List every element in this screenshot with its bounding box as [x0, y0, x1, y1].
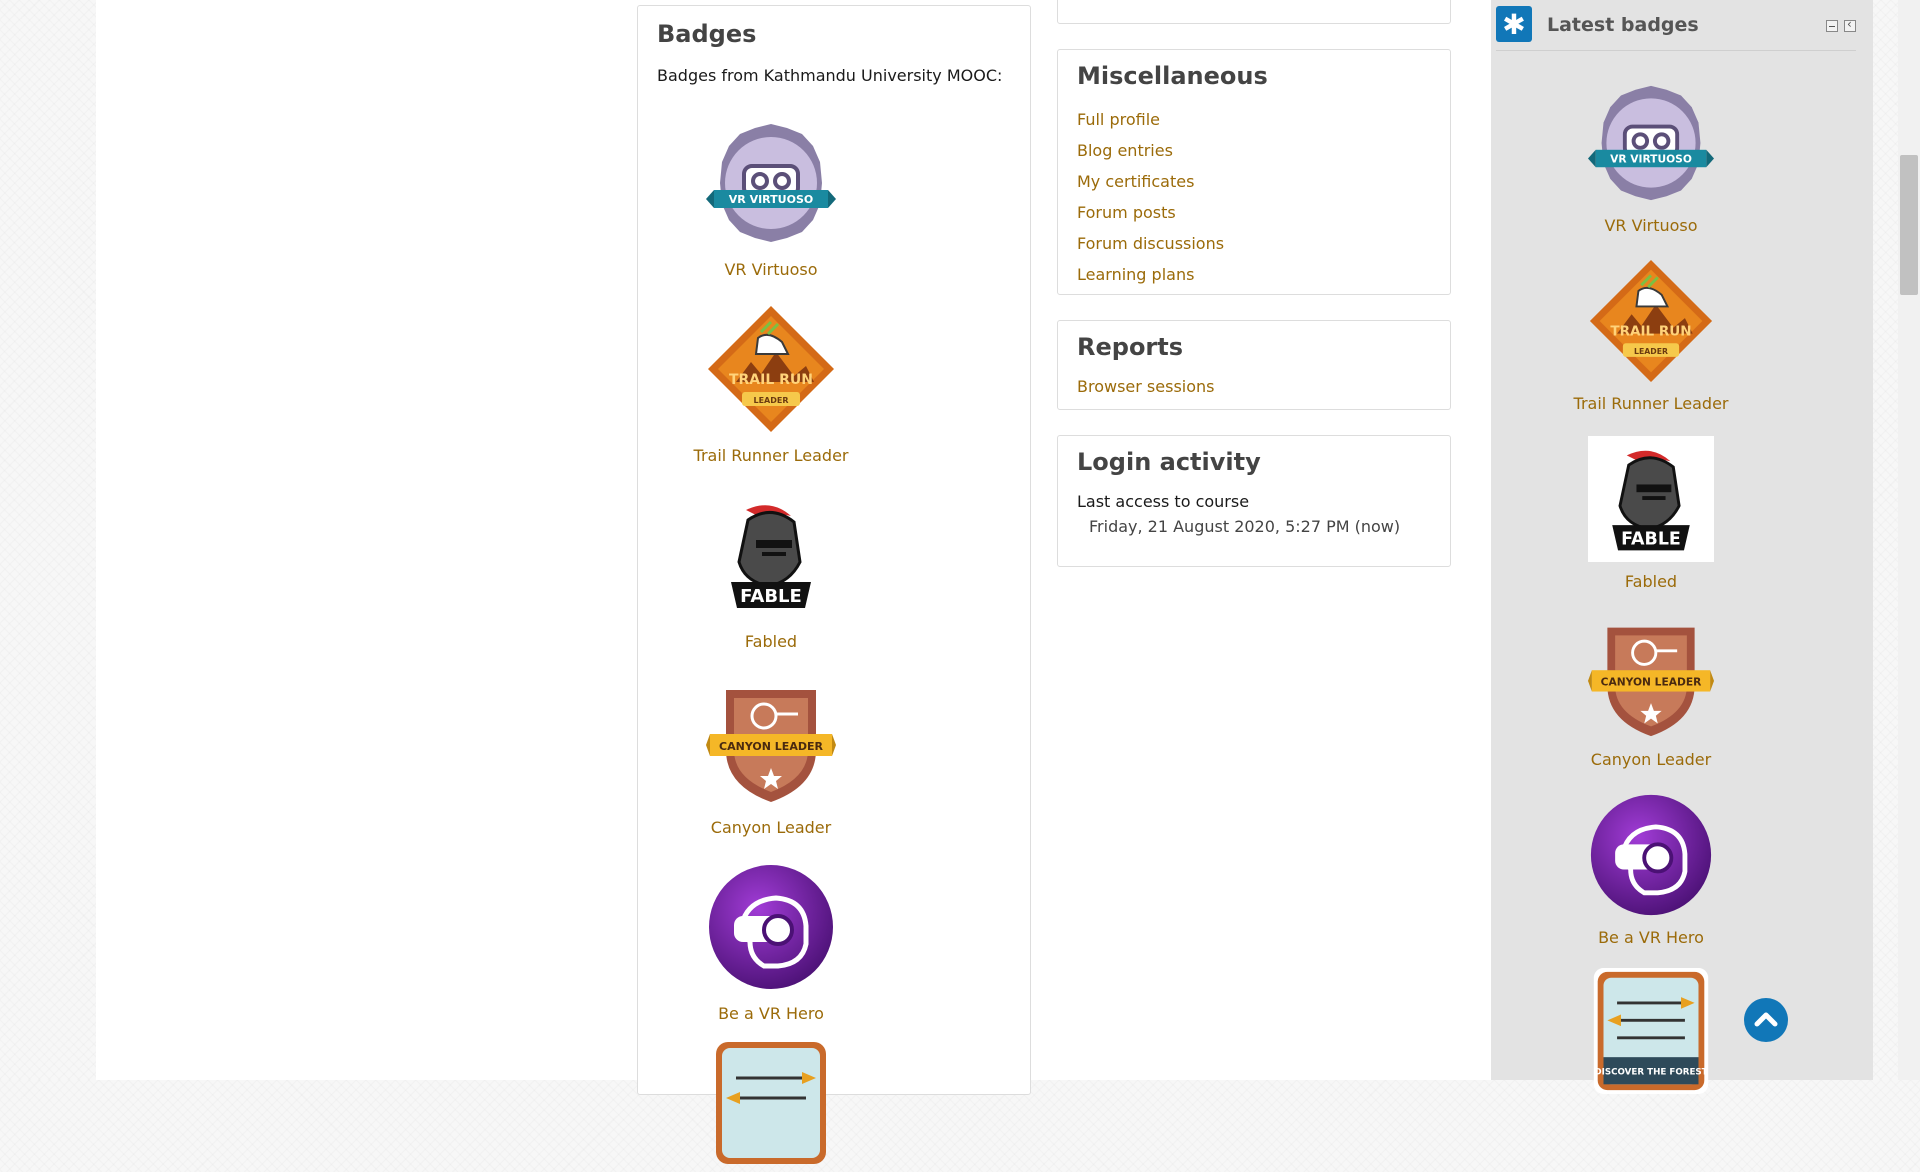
reports-title: Reports — [1077, 333, 1184, 361]
vr-hero-badge-icon — [1590, 794, 1712, 916]
dock-block-icon[interactable] — [1844, 17, 1856, 32]
badge-link-be-a-vr-hero[interactable]: Be a VR Hero — [638, 1004, 904, 1023]
trail-run-badge-text: TRAIL RUN — [1610, 324, 1691, 340]
last-access-value: Friday, 21 August 2020, 5:27 PM (now) — [1089, 517, 1401, 536]
latest-badge-link-fabled[interactable]: Fabled — [1491, 572, 1811, 591]
badge-item-trail-runner-leader[interactable]: TRAIL RUN LEADER Trail Runner Leader — [638, 304, 904, 465]
canyon-leader-badge-icon: CANYON LEADER — [706, 690, 836, 802]
badge-link-trail-runner-leader[interactable]: Trail Runner Leader — [638, 446, 904, 465]
latest-badge-fabled[interactable]: FABLE Fabled — [1491, 436, 1811, 591]
discover-forest-badge-icon: DISCOVER THE FOREST — [1593, 968, 1709, 1094]
vr-virtuoso-badge-icon: VR VIRTUOSO — [706, 124, 836, 242]
fable-badge-text: FABLE — [740, 586, 802, 607]
canyon-leader-badge-icon: CANYON LEADER — [1588, 627, 1714, 737]
trail-run-leader-badge-icon: TRAIL RUN LEADER — [1589, 259, 1713, 383]
vr-virtuoso-badge-icon: VR VIRTUOSO — [1588, 85, 1714, 201]
miscellaneous-title: Miscellaneous — [1077, 62, 1268, 90]
misc-item: Forum discussions — [1077, 228, 1431, 259]
discover-forest-badge-icon — [716, 1042, 826, 1164]
discover-forest-badge-text: DISCOVER THE FOREST — [1594, 1068, 1707, 1078]
canyon-leader-badge-text: CANYON LEADER — [719, 740, 823, 753]
badge-link-vr-virtuoso[interactable]: VR Virtuoso — [638, 260, 904, 279]
badges-intro: Badges from Kathmandu University MOOC: — [657, 66, 1003, 85]
svg-text:LEADER: LEADER — [753, 396, 788, 405]
link-learning-plans[interactable]: Learning plans — [1077, 265, 1194, 284]
chevron-up-icon — [1754, 1012, 1778, 1027]
link-forum-posts[interactable]: Forum posts — [1077, 203, 1176, 222]
miscellaneous-card: Miscellaneous Full profile Blog entries … — [1057, 49, 1451, 295]
previous-block-bottom — [1057, 0, 1451, 24]
badges-card: Badges Badges from Kathmandu University … — [637, 5, 1031, 1164]
page-scrollbar[interactable] — [1898, 0, 1920, 1080]
scrollbar-thumb[interactable] — [1900, 155, 1918, 295]
vr-virtuoso-badge-text: VR VIRTUOSO — [729, 193, 813, 206]
trail-run-leader-badge-icon: TRAIL RUN LEADER — [708, 306, 834, 432]
badge-item-be-a-vr-hero[interactable]: Be a VR Hero — [638, 862, 904, 1023]
latest-badge-be-a-vr-hero[interactable]: Be a VR Hero — [1491, 792, 1811, 947]
latest-badge-canyon-leader[interactable]: CANYON LEADER Canyon Leader — [1491, 614, 1811, 769]
latest-badges-header: ✱ Latest badges — [1496, 6, 1856, 51]
canyon-leader-badge-text: CANYON LEADER — [1601, 676, 1702, 689]
miscellaneous-links: Full profile Blog entries My certificate… — [1077, 104, 1431, 290]
badge-item-discover-forest[interactable] — [638, 1038, 904, 1172]
latest-badge-link-be-a-vr-hero[interactable]: Be a VR Hero — [1491, 928, 1811, 947]
latest-badge-link-trail-runner-leader[interactable]: Trail Runner Leader — [1491, 394, 1811, 413]
login-activity-title: Login activity — [1077, 448, 1261, 476]
latest-badge-trail-runner-leader[interactable]: TRAIL RUN LEADER Trail Runner Leader — [1491, 258, 1811, 413]
latest-badges-title: Latest badges — [1547, 14, 1699, 36]
latest-badge-vr-virtuoso[interactable]: VR VIRTUOSO VR Virtuoso — [1491, 80, 1811, 235]
latest-badges-block: ✱ Latest badges VR VIRTUOSO VR Virtuos — [1491, 0, 1873, 1094]
last-access-label: Last access to course — [1077, 492, 1250, 511]
minimize-block-icon[interactable] — [1826, 20, 1838, 32]
link-browser-sessions[interactable]: Browser sessions — [1077, 377, 1214, 396]
misc-item: Blog entries — [1077, 135, 1431, 166]
vr-hero-badge-icon — [709, 865, 833, 989]
fable-knight-badge-icon: FABLE — [1588, 436, 1714, 562]
fable-knight-badge-icon: FABLE — [731, 505, 811, 608]
link-full-profile[interactable]: Full profile — [1077, 110, 1160, 129]
reports-card: Reports Browser sessions — [1057, 320, 1451, 410]
back-to-top-button[interactable] — [1744, 998, 1788, 1042]
trail-run-badge-text: TRAIL RUN — [729, 372, 813, 388]
latest-badge-link-canyon-leader[interactable]: Canyon Leader — [1491, 750, 1811, 769]
badge-block-icon: ✱ — [1496, 6, 1532, 42]
link-blog-entries[interactable]: Blog entries — [1077, 141, 1173, 160]
fable-badge-text: FABLE — [1621, 530, 1681, 550]
misc-item: Learning plans — [1077, 259, 1431, 290]
badge-item-canyon-leader[interactable]: CANYON LEADER Canyon Leader — [638, 676, 904, 837]
login-activity-card: Login activity Last access to course Fri… — [1057, 435, 1451, 567]
misc-item: My certificates — [1077, 166, 1431, 197]
misc-item: Forum posts — [1077, 197, 1431, 228]
link-my-certificates[interactable]: My certificates — [1077, 172, 1194, 191]
link-forum-discussions[interactable]: Forum discussions — [1077, 234, 1224, 253]
page-content: Badges Badges from Kathmandu University … — [96, 0, 1873, 1164]
svg-text:LEADER: LEADER — [1634, 347, 1668, 356]
badges-title: Badges — [657, 20, 757, 48]
badge-link-fabled[interactable]: Fabled — [638, 632, 904, 651]
misc-item: Full profile — [1077, 104, 1431, 135]
badge-item-fabled[interactable]: FABLE Fabled — [638, 490, 904, 651]
vr-virtuoso-badge-text: VR VIRTUOSO — [1610, 152, 1692, 165]
latest-badge-link-vr-virtuoso[interactable]: VR Virtuoso — [1491, 216, 1811, 235]
badge-link-canyon-leader[interactable]: Canyon Leader — [638, 818, 904, 837]
badge-item-vr-virtuoso[interactable]: VR VIRTUOSO VR Virtuoso — [638, 118, 904, 279]
